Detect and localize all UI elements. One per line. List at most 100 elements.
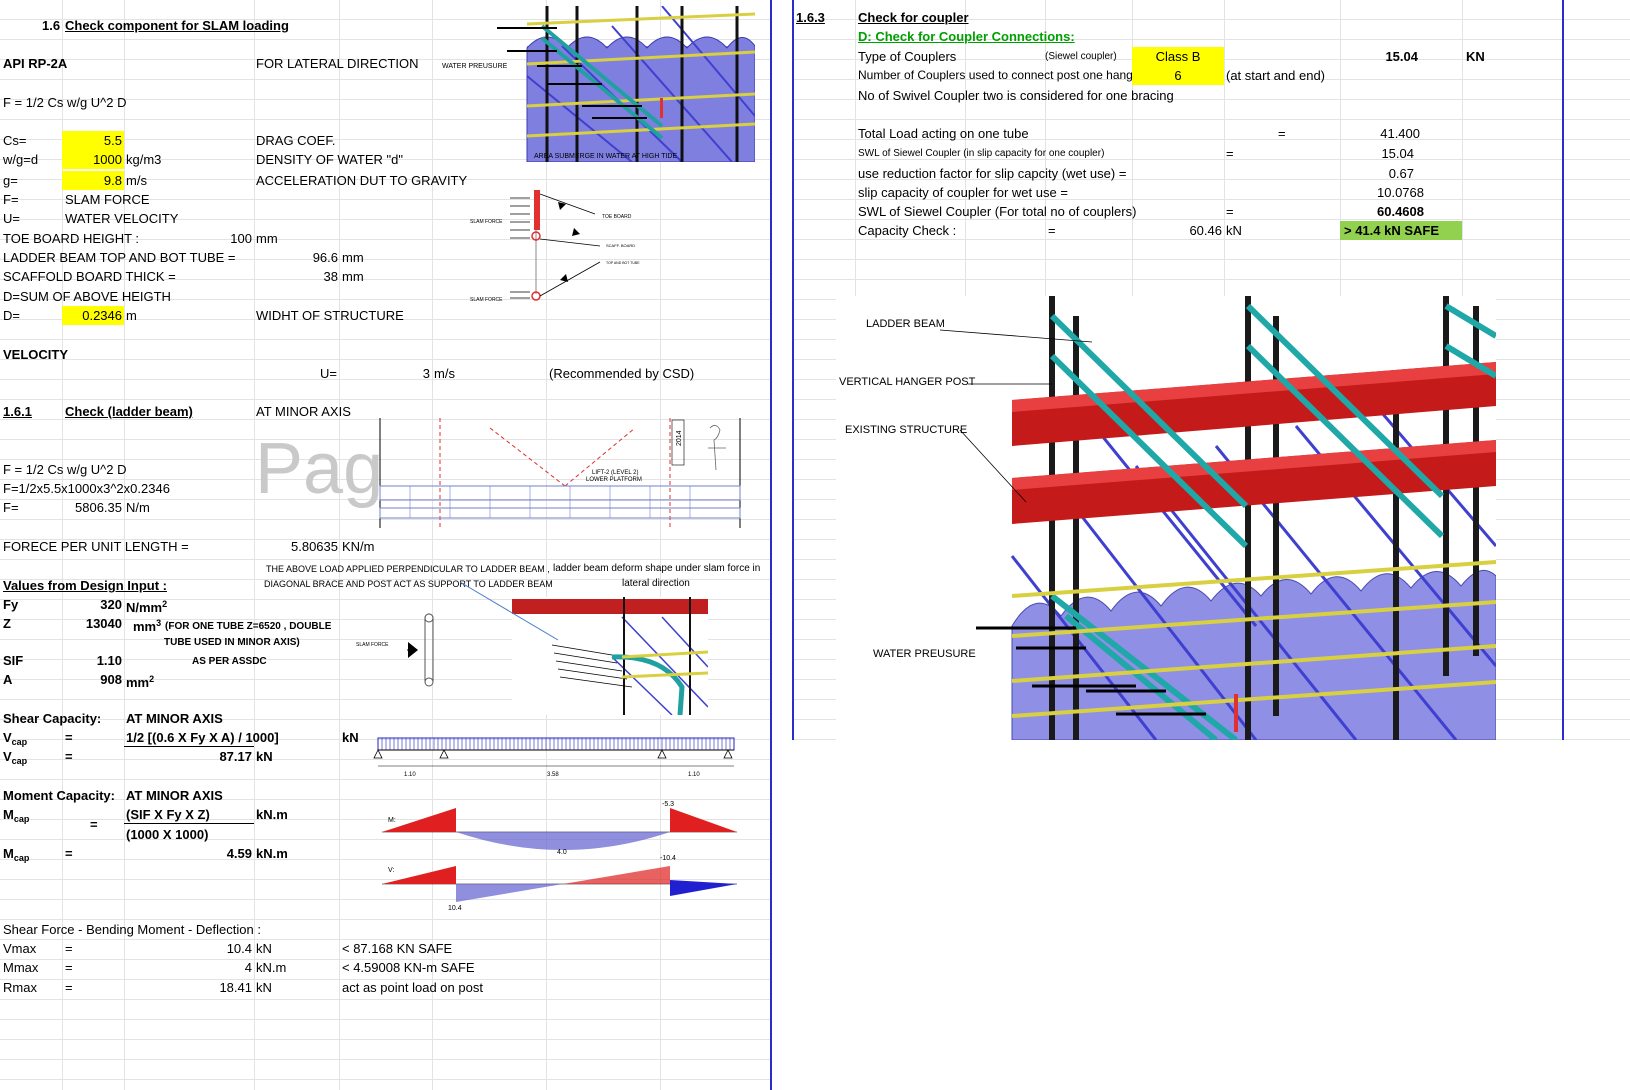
section-number: 1.6	[42, 18, 61, 33]
scaffold-board-value: 38	[323, 269, 338, 284]
total-load-value: 41.400	[1380, 126, 1420, 141]
code-label: API RP-2A	[3, 56, 68, 71]
platform-elevation-drawing: 2014 LIFT-2 (LEVEL 2) LOWER PLATFORM	[370, 418, 760, 530]
param-unit: kg/m3	[126, 152, 162, 167]
toe-board-label: TOE BOARD	[602, 214, 632, 220]
param-symbol: g=	[3, 173, 18, 188]
param-value-input[interactable]: 5.5	[62, 131, 124, 150]
tube-label: TOP AND BOT TUBE	[606, 261, 640, 265]
capacity-check-equals: =	[1048, 223, 1056, 238]
f-symbol: F=	[3, 192, 19, 207]
vcap-formula-unit: kN	[342, 730, 359, 745]
mcap-equals: =	[90, 817, 98, 832]
swl-total-value: 60.4608	[1377, 204, 1424, 219]
scaffold-board-unit: mm	[342, 269, 364, 284]
param-description: DRAG COEF.	[256, 133, 336, 148]
u-description: WATER VELOCITY	[65, 211, 179, 226]
coupler-type-sub: (Siewel coupler)	[1045, 51, 1117, 62]
swl-value: 15.04	[1381, 146, 1414, 161]
d-description: WIDHT OF STRUCTURE	[256, 308, 404, 323]
velocity-symbol: U=	[320, 366, 337, 381]
velocity-note: (Recommended by CSD)	[549, 366, 695, 381]
a-unit: mm2	[126, 674, 155, 690]
result-equals: =	[65, 941, 73, 956]
shear-pos-label: 10.4	[448, 905, 462, 912]
f-description: SLAM FORCE	[65, 192, 150, 207]
capacity-check-unit: kN	[1226, 223, 1242, 238]
fy-symbol: Fy	[3, 597, 19, 612]
a-symbol: A	[3, 672, 13, 687]
result-value: 10.4	[226, 941, 252, 956]
result-symbol: Mmax	[3, 960, 39, 975]
water-pressure-figure: WATER PREUSURE AREA SUBMERGE IN WATER AT…	[432, 6, 755, 162]
shear-label: V:	[388, 867, 394, 874]
velocity-heading: VELOCITY	[3, 347, 69, 362]
coupler-number-input[interactable]: 6	[1132, 66, 1224, 85]
vcap-value: 87.17	[219, 749, 252, 764]
coupler-type-label: Type of Couplers	[858, 49, 957, 64]
a-value: 908	[100, 672, 122, 687]
moment-capacity-axis: AT MINOR AXIS	[126, 788, 223, 803]
vcap-symbol-2: Vcap	[3, 749, 28, 766]
beam-dim: 3.58	[547, 772, 559, 778]
slam-force-label: SLAM FORCE	[470, 219, 503, 225]
result-unit: kN.m	[256, 960, 287, 975]
water-pressure-label: WATER PREUSURE	[873, 648, 976, 660]
section-title: Check component for SLAM loading	[65, 18, 289, 33]
total-load-equals: =	[1278, 126, 1286, 141]
coupler-section-title: Check for coupler	[858, 10, 969, 25]
pointer-arrow	[459, 581, 559, 641]
u-symbol: U=	[3, 211, 20, 226]
param-value-input[interactable]: 1000	[62, 150, 124, 169]
f-result-unit: N/m	[126, 500, 150, 515]
mcap-denominator: (1000 X 1000)	[126, 827, 209, 842]
f-result-symbol: F=	[3, 500, 19, 515]
scaff-board-label: SCAFF. BOARD	[606, 243, 635, 248]
swivel-note: No of Swivel Coupler two is considered f…	[858, 88, 1174, 103]
ladder-tube-value: 96.6	[312, 250, 338, 265]
fy-value: 320	[100, 597, 122, 612]
sif-value: 1.10	[96, 653, 122, 668]
moment-capacity-title: Moment Capacity:	[3, 788, 115, 803]
moment-diagram: M: -5.3 4.0	[372, 796, 747, 858]
f-result-value: 5806.35	[75, 500, 122, 515]
slam-force-label-3: SLAM FORCE	[356, 642, 389, 648]
subsection-title: Check (ladder beam)	[65, 404, 193, 419]
existing-structure-label: EXISTING STRUCTURE	[845, 424, 967, 436]
param-description: DENSITY OF WATER "d"	[256, 152, 403, 167]
ladder-tube-unit: mm	[342, 250, 364, 265]
vcap-equals-2: =	[65, 749, 73, 764]
shear-neg-label: -10.4	[660, 855, 676, 862]
param-symbol: Cs=	[3, 133, 27, 148]
coupler-check-title: D: Check for Coupler Connections:	[858, 29, 1075, 44]
formula-3: F=1/2x5.5x1000x3^2x0.2346	[3, 481, 170, 496]
z-note-2: TUBE USED IN MINOR AXIS)	[164, 637, 300, 648]
result-note: act as point load on post	[342, 980, 483, 995]
coupler-type-value: 15.04	[1385, 49, 1418, 64]
year-label: 2014	[676, 430, 683, 446]
param-unit: m/s	[126, 173, 147, 188]
shear-diagram: V: -10.4 10.4	[372, 850, 747, 912]
ladder-tube-label: LADDER BEAM TOP AND BOT TUBE =	[3, 250, 236, 265]
slip-value: 10.0768	[1377, 185, 1424, 200]
subsection-number: 1.6.1	[3, 404, 32, 419]
toe-board-label: TOE BOARD HEIGHT :	[3, 231, 140, 246]
param-value-input[interactable]: 9.8	[62, 171, 124, 190]
force-per-length-label: FORECE PER UNIT LENGTH =	[3, 539, 189, 554]
coupler-number-label: Number of Couplers used to connect post …	[858, 68, 1140, 82]
mcap-symbol: Mcap	[3, 807, 30, 824]
mcap-numerator: (SIF X Fy X Z)	[126, 807, 210, 822]
slip-label: slip capacity of coupler for wet use =	[858, 185, 1068, 200]
moment-neg-label: -5.3	[662, 801, 674, 808]
vcap-symbol: Vcap	[3, 730, 28, 747]
beam-dim: 1.10	[404, 772, 416, 778]
d-value-input[interactable]: 0.2346	[62, 306, 124, 325]
page-watermark: Pag	[255, 429, 384, 509]
subsection-axis: AT MINOR AXIS	[256, 404, 351, 419]
mcap-unit: kN.m	[256, 846, 288, 861]
swl-total-label: SWL of Siewel Coupler (For total no of c…	[858, 204, 1137, 219]
d-unit: m	[126, 308, 137, 323]
sif-note: AS PER ASSDC	[192, 656, 267, 667]
coupler-class-input[interactable]: Class B	[1132, 47, 1224, 66]
result-equals: =	[65, 980, 73, 995]
